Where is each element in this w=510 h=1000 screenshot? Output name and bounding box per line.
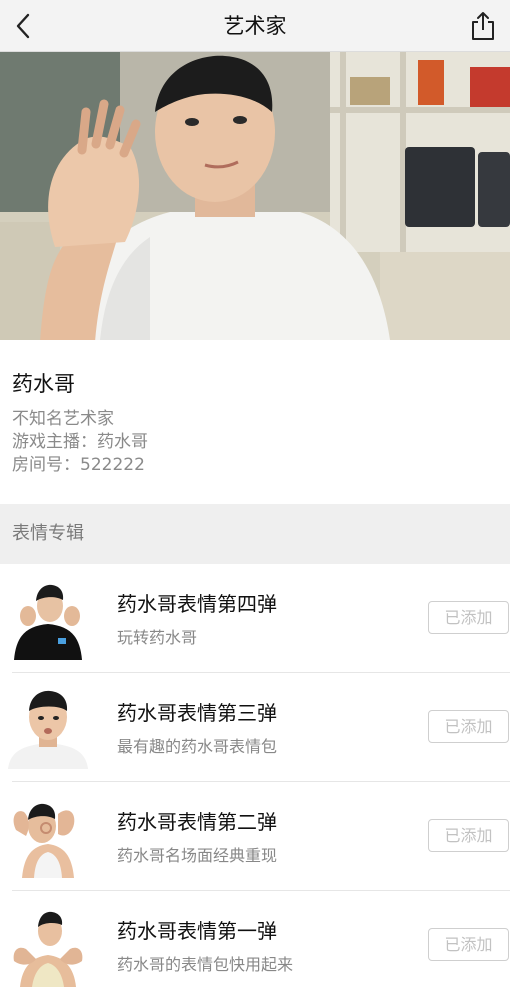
album-title: 药水哥表情第三弹 <box>117 701 277 725</box>
album-thumbnail <box>6 685 90 769</box>
artist-description: 不知名艺术家 <box>12 409 114 429</box>
album-thumbnail <box>6 576 90 660</box>
album-list: 药水哥表情第四弹 玩转药水哥 已添加 药水哥表情第三弹 最有趣的药水哥表情包 已… <box>0 564 510 1000</box>
added-button[interactable]: 已添加 <box>428 710 509 743</box>
artist-info: 药水哥 不知名艺术家 游戏主播：药水哥 房间号：522222 <box>0 340 510 504</box>
page-title: 艺术家 <box>223 14 287 38</box>
album-subtitle: 药水哥的表情包快用起来 <box>117 955 294 974</box>
share-icon <box>472 12 494 40</box>
section-header: 表情专辑 <box>0 504 510 564</box>
section-title: 表情专辑 <box>12 523 84 544</box>
album-title: 药水哥表情第一弹 <box>117 919 277 943</box>
album-title: 药水哥表情第二弹 <box>117 810 277 834</box>
album-subtitle: 药水哥名场面经典重现 <box>117 846 278 865</box>
added-button[interactable]: 已添加 <box>428 819 509 852</box>
artist-name: 药水哥 <box>12 372 75 396</box>
list-item[interactable]: 药水哥表情第四弹 玩转药水哥 已添加 <box>0 564 510 673</box>
added-button[interactable]: 已添加 <box>428 928 509 961</box>
artist-cover-photo <box>0 52 510 340</box>
album-subtitle: 最有趣的药水哥表情包 <box>117 737 278 756</box>
artist-room-number: 房间号：522222 <box>12 455 145 475</box>
album-subtitle: 玩转药水哥 <box>117 628 198 647</box>
list-item[interactable]: 药水哥表情第三弹 最有趣的药水哥表情包 已添加 <box>0 673 510 782</box>
added-button[interactable]: 已添加 <box>428 601 509 634</box>
album-title: 药水哥表情第四弹 <box>117 592 277 616</box>
navigation-bar: 艺术家 <box>0 0 510 52</box>
share-button[interactable] <box>464 6 502 46</box>
album-thumbnail <box>6 903 90 987</box>
list-item[interactable]: 药水哥表情第一弹 药水哥的表情包快用起来 已添加 <box>0 891 510 1000</box>
album-thumbnail <box>6 794 90 878</box>
artist-streamer-info: 游戏主播：药水哥 <box>12 432 148 452</box>
list-item[interactable]: 药水哥表情第二弹 药水哥名场面经典重现 已添加 <box>0 782 510 891</box>
